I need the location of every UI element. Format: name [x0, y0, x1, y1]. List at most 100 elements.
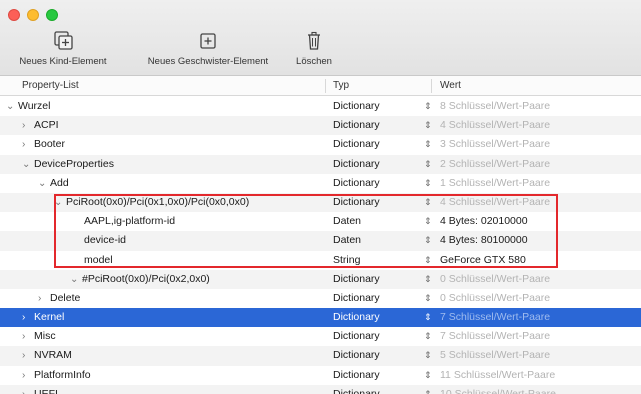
outline-row-misc[interactable]: › Misc Dictionary ⇕ 7 Schlüssel/Wert-Paare: [0, 327, 641, 346]
column-header-value[interactable]: Wert: [440, 76, 461, 96]
type-stepper-icon[interactable]: ⇕: [424, 193, 434, 212]
row-key: ACPI: [34, 119, 59, 132]
type-stepper-icon[interactable]: ⇕: [424, 231, 434, 250]
column-divider[interactable]: [325, 79, 326, 93]
toolbar: Neues Kind-Element Neues Geschwister-Ele…: [0, 0, 641, 76]
row-key: Delete: [50, 291, 81, 304]
type-stepper-icon[interactable]: ⇕: [424, 116, 434, 135]
type-stepper-icon[interactable]: ⇕: [424, 155, 434, 174]
row-type[interactable]: Dictionary: [333, 385, 380, 394]
column-divider[interactable]: [431, 79, 432, 93]
row-type[interactable]: Dictionary: [333, 308, 380, 327]
row-type[interactable]: Dictionary: [333, 289, 380, 308]
disclosure-triangle-icon[interactable]: ›: [22, 346, 34, 365]
type-stepper-icon[interactable]: ⇕: [424, 327, 434, 346]
row-type[interactable]: Dictionary: [333, 155, 380, 174]
row-type[interactable]: Dictionary: [333, 270, 380, 289]
type-stepper-icon[interactable]: ⇕: [424, 135, 434, 154]
row-key: DeviceProperties: [34, 157, 114, 170]
trash-icon: [308, 31, 320, 50]
column-header-type[interactable]: Typ: [333, 76, 349, 96]
type-stepper-icon[interactable]: ⇕: [424, 174, 434, 193]
type-stepper-icon[interactable]: ⇕: [424, 346, 434, 365]
row-value: 1 Schlüssel/Wert-Paare: [440, 176, 551, 189]
row-value: 8 Schlüssel/Wert-Paare: [440, 100, 551, 112]
row-value: 5 Schlüssel/Wert-Paare: [440, 349, 551, 362]
disclosure-triangle-icon[interactable]: ›: [22, 135, 34, 154]
outline-row-pciroot-gpu[interactable]: ⌄ PciRoot(0x0)/Pci(0x1,0x0)/Pci(0x0,0x0) D…: [0, 192, 641, 213]
outline-row-platforminfo[interactable]: › PlatformInfo Dictionary ⇕ 11 Schlüssel/Wer…: [0, 366, 641, 385]
column-header: Property-List Typ Wert: [0, 76, 641, 96]
disclosure-triangle-icon[interactable]: ›: [38, 289, 50, 308]
row-value: 4 Schlüssel/Wert-Paare: [440, 195, 551, 208]
disclosure-triangle-icon[interactable]: ⌄: [70, 270, 82, 289]
disclosure-triangle-icon[interactable]: ›: [22, 116, 34, 135]
row-value: 10 Schlüssel/Wert-Paare: [440, 387, 556, 394]
row-key: AAPL,ig-platform-id: [84, 215, 176, 228]
row-type[interactable]: String: [333, 251, 360, 270]
disclosure-triangle-icon[interactable]: ›: [22, 385, 34, 394]
row-value[interactable]: GeForce GTX 580: [440, 251, 526, 270]
outline-row-wurzel[interactable]: ⌄ Wurzel Dictionary ⇕ 8 Schlüssel/Wert-Paare: [0, 97, 641, 116]
disclosure-triangle-icon[interactable]: ⌄: [6, 97, 18, 116]
disclosure-triangle-icon[interactable]: ›: [22, 327, 34, 346]
outline-row-model[interactable]: model String ⇕ GeForce GTX 580: [0, 251, 641, 270]
type-stepper-icon[interactable]: ⇕: [424, 308, 434, 327]
minimize-window-button[interactable]: [27, 9, 39, 21]
type-stepper-icon[interactable]: ⇕: [424, 270, 434, 289]
add-sibling-icon: [200, 33, 216, 49]
new-child-element-button[interactable]: Neues Kind-Element: [8, 30, 118, 72]
new-child-element-label: Neues Kind-Element: [19, 56, 107, 67]
disclosure-triangle-icon[interactable]: ⌄: [22, 155, 34, 174]
disclosure-triangle-icon[interactable]: ›: [22, 308, 34, 327]
type-stepper-icon[interactable]: ⇕: [424, 289, 434, 308]
zoom-window-button[interactable]: [46, 9, 58, 21]
row-key: NVRAM: [34, 349, 72, 362]
outline-row-nvram[interactable]: › NVRAM Dictionary ⇕ 5 Schlüssel/Wert-Paare: [0, 346, 641, 366]
outline-row-device-id[interactable]: device-id Daten ⇕ 4 Bytes: 80100000: [0, 231, 641, 251]
close-window-button[interactable]: [8, 9, 20, 21]
row-type[interactable]: Dictionary: [333, 174, 380, 193]
row-value: 7 Schlüssel/Wert-Paare: [440, 311, 551, 324]
row-key: Add: [50, 176, 69, 189]
row-type[interactable]: Dictionary: [333, 327, 380, 346]
row-value[interactable]: 4 Bytes: 02010000: [440, 212, 528, 231]
row-type[interactable]: Daten: [333, 212, 361, 231]
type-stepper-icon[interactable]: ⇕: [424, 212, 434, 231]
disclosure-triangle-icon[interactable]: ›: [22, 366, 34, 385]
outline-row-uefi[interactable]: ›UEFI Dictionary ⇕ 10 Schlüssel/Wert-Paare: [0, 384, 641, 394]
delete-button[interactable]: Löschen: [288, 30, 340, 72]
row-type[interactable]: Dictionary: [333, 346, 380, 365]
row-value[interactable]: 4 Bytes: 80100000: [440, 231, 528, 250]
type-stepper-icon[interactable]: ⇕: [424, 251, 434, 270]
outline-row-pciroot-igpu[interactable]: ⌄ #PciRoot(0x0)/Pci(0x2,0x0) Dictionary ⇕ 0 …: [0, 269, 641, 289]
row-value: 4 Schlüssel/Wert-Paare: [440, 119, 551, 132]
row-type[interactable]: Daten: [333, 231, 361, 250]
outline-row-add[interactable]: ⌄ Add Dictionary ⇕ 1 Schlüssel/Wert-Paare: [0, 174, 641, 193]
row-type[interactable]: Dictionary: [333, 193, 380, 212]
type-stepper-icon[interactable]: ⇕: [424, 385, 434, 394]
new-sibling-element-button[interactable]: Neues Geschwister-Element: [130, 30, 286, 72]
column-header-key[interactable]: Property-List: [22, 76, 79, 96]
row-type[interactable]: Dictionary: [333, 116, 380, 135]
row-key: device-id: [84, 234, 127, 247]
outline-row-acpi[interactable]: › ACPI Dictionary ⇕ 4 Schlüssel/Wert-Paare: [0, 116, 641, 136]
row-type[interactable]: Dictionary: [333, 97, 380, 116]
outline-row-kernel[interactable]: › Kernel Dictionary ⇕ 7 Schlüssel/Wert-Paare: [0, 308, 641, 328]
outline-row-aapl-ig-platform-id[interactable]: AAPL,ig-platform-id Daten ⇕ 4 Bytes: 020100…: [0, 212, 641, 231]
type-stepper-icon[interactable]: ⇕: [424, 366, 434, 385]
add-child-icon: [54, 31, 73, 50]
disclosure-triangle-icon[interactable]: ⌄: [54, 193, 66, 212]
type-stepper-icon[interactable]: ⇕: [424, 97, 434, 116]
row-type[interactable]: Dictionary: [333, 366, 380, 385]
row-type[interactable]: Dictionary: [333, 135, 380, 154]
outline-row-deviceproperties[interactable]: ⌄ DeviceProperties Dictionary ⇕ 2 Schlüssel/…: [0, 154, 641, 174]
row-key: #PciRoot(0x0)/Pci(0x2,0x0): [82, 272, 210, 285]
outline-row-booter[interactable]: › Booter Dictionary ⇕ 3 Schlüssel/Wert-Paare: [0, 135, 641, 154]
row-value: 3 Schlüssel/Wert-Paare: [440, 138, 551, 151]
disclosure-triangle-icon[interactable]: ⌄: [38, 174, 50, 193]
row-key: Booter: [34, 138, 65, 151]
row-value: 0 Schlüssel/Wert-Paare: [440, 272, 551, 285]
outline-row-delete[interactable]: › Delete Dictionary ⇕ 0 Schlüssel/Wert-Paare: [0, 289, 641, 308]
new-sibling-element-label: Neues Geschwister-Element: [147, 56, 269, 67]
